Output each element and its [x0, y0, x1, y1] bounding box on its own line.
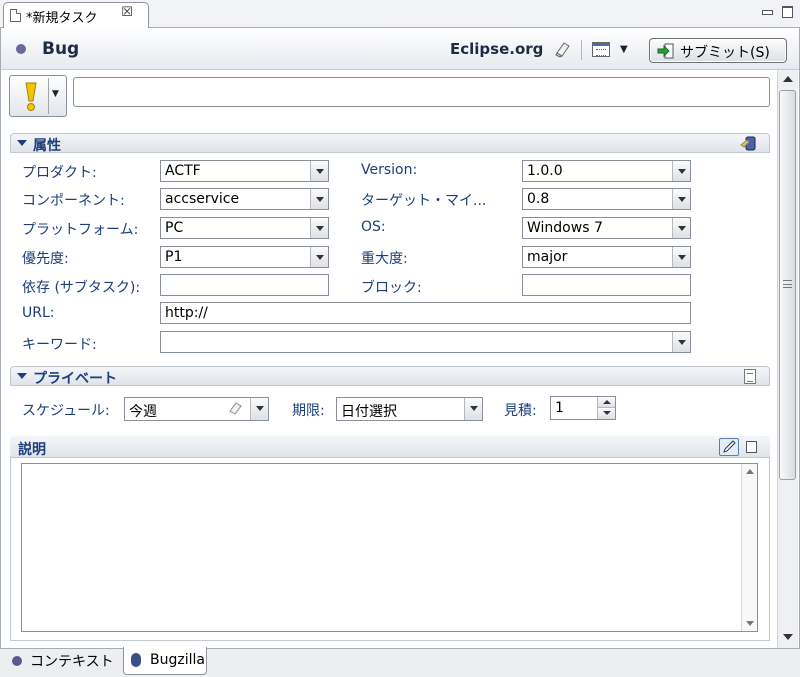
target-milestone-label: ターゲット・マイ... [361, 193, 487, 209]
chevron-down-icon[interactable] [672, 247, 690, 267]
component-value: accservice [165, 191, 240, 207]
priority-value: P1 [165, 249, 183, 265]
priority-label: 優先度: [22, 251, 69, 267]
component-combo[interactable]: accservice [160, 188, 329, 210]
priority-dropdown-button[interactable]: ▼ [9, 75, 67, 117]
document-icon [10, 9, 21, 22]
description-scrollbar[interactable] [741, 464, 757, 631]
chevron-down-icon[interactable] [250, 398, 268, 420]
schedule-value: 今週 [129, 404, 157, 420]
preview-icon[interactable] [746, 441, 757, 453]
editor-tab[interactable]: *新規タスク ☒ [3, 2, 149, 29]
chevron-down-icon[interactable] [310, 161, 328, 181]
schedule-label: スケジュール: [22, 403, 110, 419]
calendar-icon[interactable] [592, 42, 610, 57]
chevron-down-icon[interactable] [672, 218, 690, 238]
clear-icon[interactable] [228, 400, 244, 416]
platform-value: PC [165, 220, 184, 236]
component-label: コンポーネント: [22, 193, 125, 209]
depends-on-input[interactable] [160, 274, 329, 296]
repository-label: Eclipse.org [450, 40, 544, 58]
spin-down-icon[interactable] [597, 408, 615, 419]
description-section-header [10, 436, 770, 458]
scroll-up-icon[interactable] [783, 76, 793, 82]
tool-icon[interactable] [740, 135, 758, 152]
tab-bugzilla-label[interactable]: Bugzilla [150, 652, 205, 668]
private-section-title: プライベート [33, 371, 117, 387]
severity-label: 重大度: [361, 251, 408, 267]
scroll-down-icon[interactable] [746, 621, 754, 626]
summary-input[interactable] [73, 77, 770, 107]
version-combo[interactable]: 1.0.0 [522, 160, 691, 182]
toolbar-separator [581, 40, 582, 60]
task-status-icon [16, 44, 26, 54]
scroll-up-icon[interactable] [746, 469, 754, 474]
schedule-combo[interactable]: 今週 [124, 397, 269, 421]
spin-up-icon[interactable] [597, 397, 615, 408]
target-milestone-combo[interactable]: 0.8 [522, 188, 691, 210]
depends-on-label: 依存 (サブタスク): [22, 280, 141, 296]
due-date-label: 期限: [292, 403, 325, 419]
clear-icon[interactable] [554, 40, 572, 58]
os-label: OS: [361, 219, 386, 235]
edit-icon[interactable] [719, 438, 739, 456]
chevron-down-icon[interactable] [310, 218, 328, 238]
scroll-down-icon[interactable] [783, 634, 793, 640]
description-textarea[interactable] [21, 463, 758, 632]
chevron-down-icon[interactable] [672, 161, 690, 181]
chevron-down-icon[interactable]: ▼ [52, 89, 59, 99]
product-label: プロダクト: [22, 165, 97, 181]
chevron-down-icon[interactable] [672, 332, 690, 352]
estimate-value: 1 [555, 400, 564, 416]
url-input[interactable] [160, 302, 691, 324]
submit-button[interactable]: サブミット(S) [649, 38, 787, 63]
description-section-title: 説明 [18, 442, 46, 458]
maximize-icon[interactable] [780, 4, 794, 18]
attributes-section-title: 属性 [33, 138, 61, 154]
editor-tab-title: *新規タスク [26, 11, 98, 26]
expand-arrow-icon[interactable] [17, 373, 27, 379]
notes-icon[interactable] [744, 369, 756, 384]
version-value: 1.0.0 [527, 163, 563, 179]
target-milestone-value: 0.8 [527, 191, 550, 207]
due-date-combo[interactable]: 日付選択 [336, 397, 483, 421]
product-value: ACTF [165, 163, 201, 179]
tab-context-label[interactable]: コンテキスト [30, 651, 114, 671]
due-date-value: 日付選択 [341, 404, 397, 420]
product-combo[interactable]: ACTF [160, 160, 329, 182]
private-section-header[interactable]: プライベート [10, 366, 770, 387]
bugzilla-icon [131, 653, 141, 667]
os-combo[interactable]: Windows 7 [522, 217, 691, 239]
chevron-down-icon[interactable] [310, 247, 328, 267]
attributes-section-header[interactable]: 属性 [10, 133, 770, 154]
keywords-label: キーワード: [22, 337, 97, 353]
estimate-label: 見積: [504, 403, 537, 419]
minimize-icon[interactable] [760, 4, 774, 18]
severity-combo[interactable]: major [522, 246, 691, 268]
platform-combo[interactable]: PC [160, 217, 329, 239]
platform-label: プラットフォーム: [22, 222, 139, 238]
close-icon[interactable]: ☒ [120, 6, 134, 20]
version-label: Version: [361, 162, 418, 178]
task-title: Bug [42, 39, 80, 59]
url-label: URL: [22, 305, 55, 321]
chevron-down-icon[interactable] [310, 189, 328, 209]
context-icon [12, 656, 22, 666]
severity-value: major [527, 249, 568, 265]
submit-icon [657, 42, 675, 60]
os-value: Windows 7 [527, 220, 603, 236]
chevron-down-icon[interactable]: ▼ [620, 44, 628, 55]
grip-icon [783, 280, 792, 288]
priority-combo[interactable]: P1 [160, 246, 329, 268]
chevron-down-icon[interactable] [672, 189, 690, 209]
split-divider [48, 78, 49, 114]
chevron-down-icon[interactable] [464, 398, 482, 420]
blocks-input[interactable] [522, 274, 691, 296]
submit-label: サブミット(S) [680, 45, 770, 61]
blocks-label: ブロック: [361, 280, 422, 296]
keywords-combo[interactable] [160, 331, 691, 353]
priority-exclamation-icon [20, 81, 42, 113]
expand-arrow-icon[interactable] [17, 140, 27, 146]
estimate-stepper[interactable]: 1 [550, 396, 616, 420]
